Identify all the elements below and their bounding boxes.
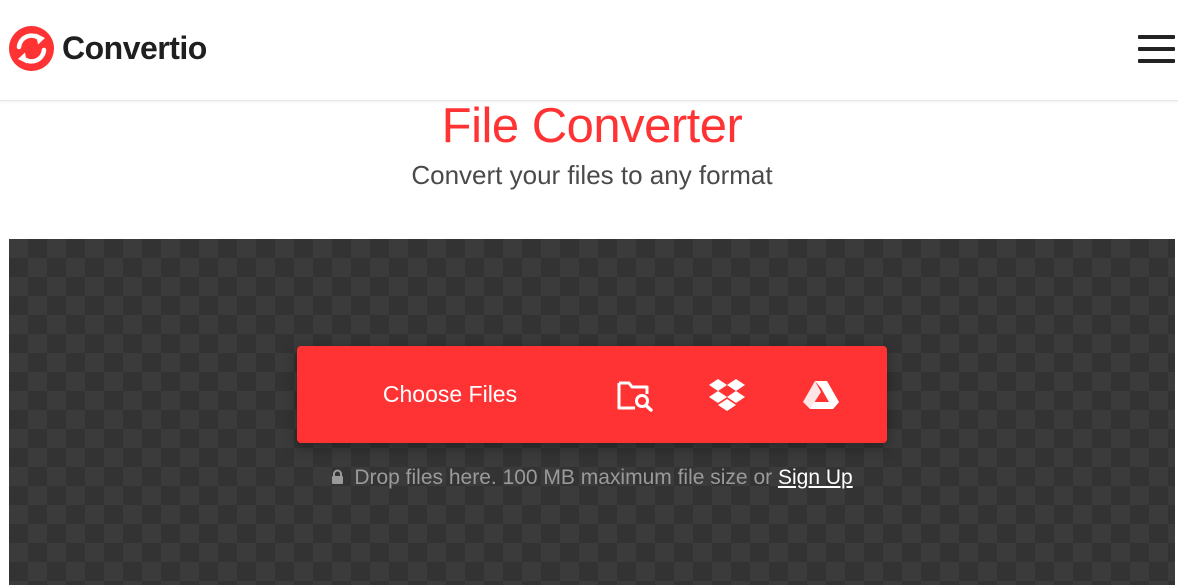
from-computer-button[interactable]	[607, 368, 663, 422]
page-title: File Converter	[441, 99, 743, 153]
hamburger-menu-icon	[1138, 35, 1175, 39]
convertio-logo-icon	[9, 26, 54, 71]
hamburger-line	[1138, 59, 1175, 63]
hamburger-menu-button[interactable]	[1134, 33, 1176, 65]
drop-hint-text: Drop files here. 100 MB maximum file siz…	[354, 466, 773, 489]
hamburger-line	[1138, 47, 1175, 51]
folder-search-icon	[617, 381, 653, 412]
google-drive-button[interactable]	[793, 368, 849, 422]
dropbox-icon	[709, 379, 745, 411]
site-header: Convertio	[0, 0, 1178, 101]
page-subtitle: Convert your files to any format	[411, 160, 773, 190]
brand-logo-link[interactable]: Convertio	[9, 26, 207, 71]
sign-up-link[interactable]: Sign Up	[778, 466, 853, 489]
google-drive-icon	[803, 381, 839, 409]
choose-files-button[interactable]: Choose Files	[297, 346, 603, 443]
lock-icon	[332, 469, 344, 484]
dropbox-button[interactable]	[699, 368, 755, 422]
brand-name: Convertio	[62, 30, 207, 66]
upload-bar: Choose Files	[297, 346, 887, 443]
drop-hint: Drop files here. 100 MB maximum file siz…	[0, 466, 1178, 490]
